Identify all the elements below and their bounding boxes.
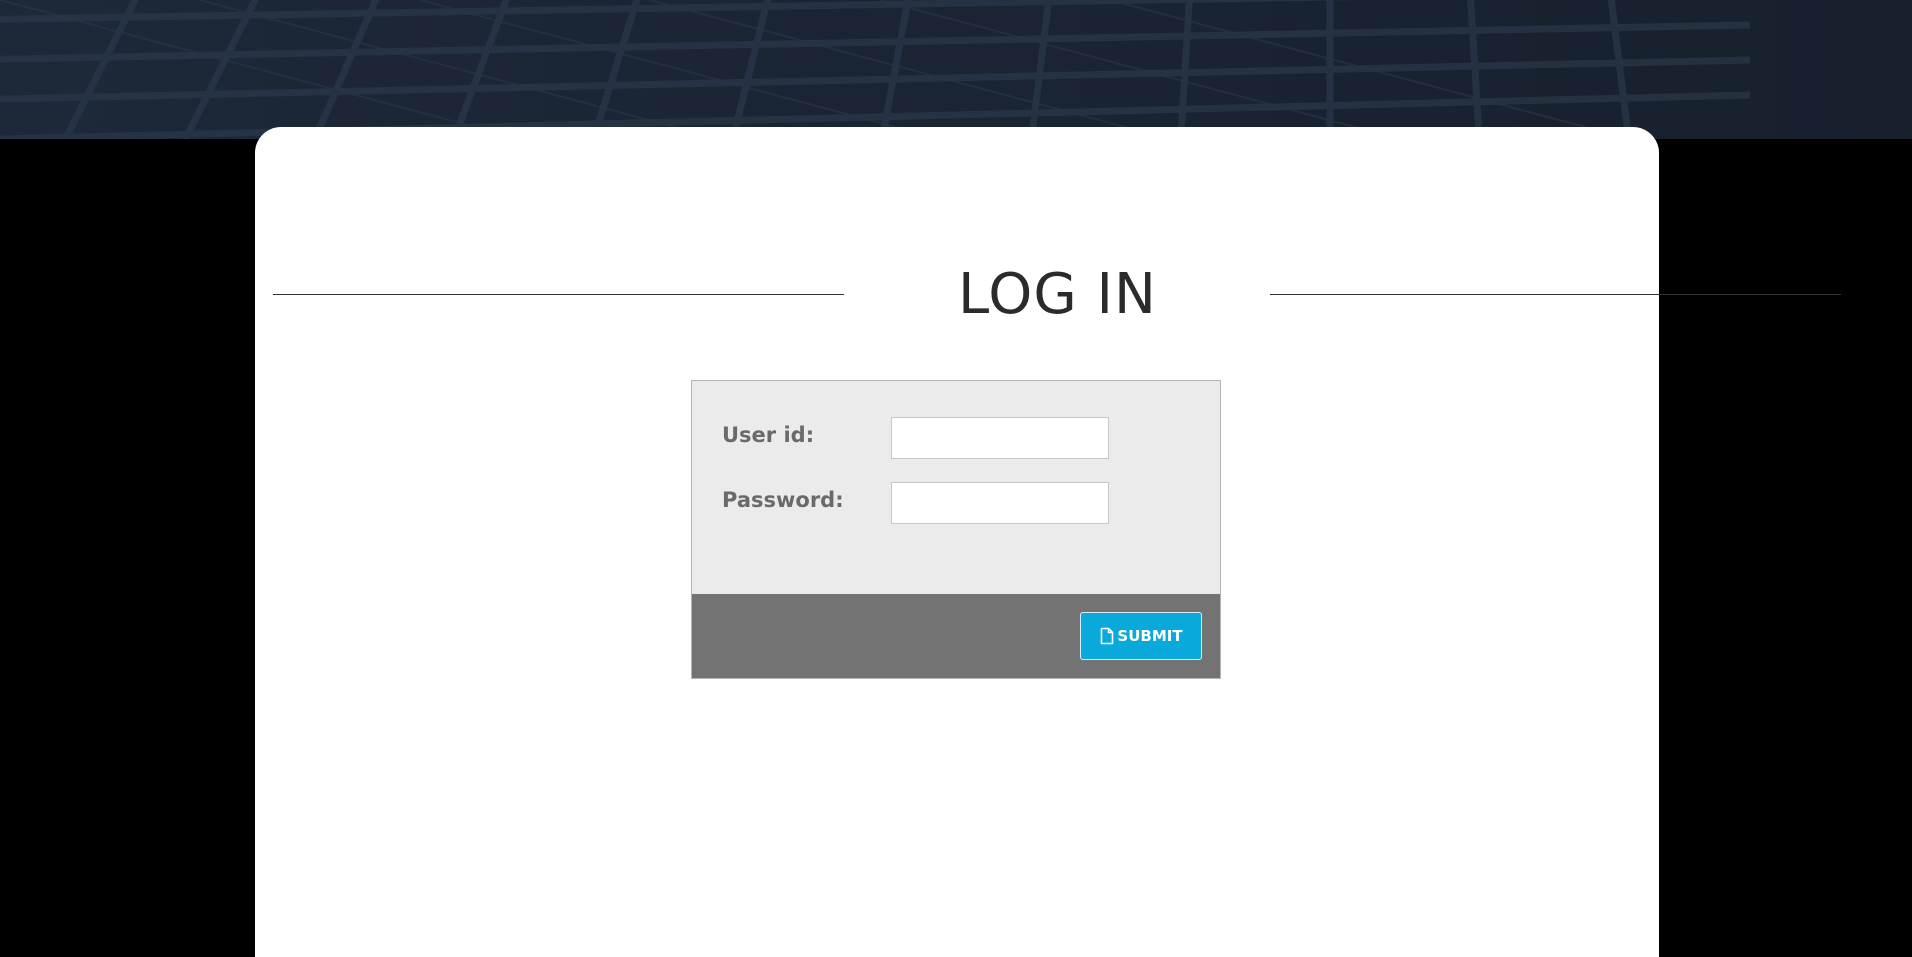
heading-divider-right bbox=[1270, 294, 1841, 295]
file-icon bbox=[1101, 627, 1114, 645]
header-banner bbox=[0, 0, 1912, 139]
submit-button-label: SUBMIT bbox=[1117, 627, 1183, 645]
banner-grid-pattern bbox=[0, 0, 1751, 139]
user-id-input[interactable] bbox=[891, 417, 1109, 459]
form-footer: SUBMIT bbox=[692, 594, 1220, 678]
submit-button[interactable]: SUBMIT bbox=[1080, 612, 1202, 660]
user-id-label: User id: bbox=[722, 423, 815, 447]
page-title: LOG IN bbox=[855, 255, 1260, 335]
password-input[interactable] bbox=[891, 482, 1109, 524]
heading-divider-left bbox=[273, 294, 844, 295]
login-form: User id: Password: SUBMIT bbox=[691, 380, 1221, 679]
password-label: Password: bbox=[722, 488, 844, 512]
